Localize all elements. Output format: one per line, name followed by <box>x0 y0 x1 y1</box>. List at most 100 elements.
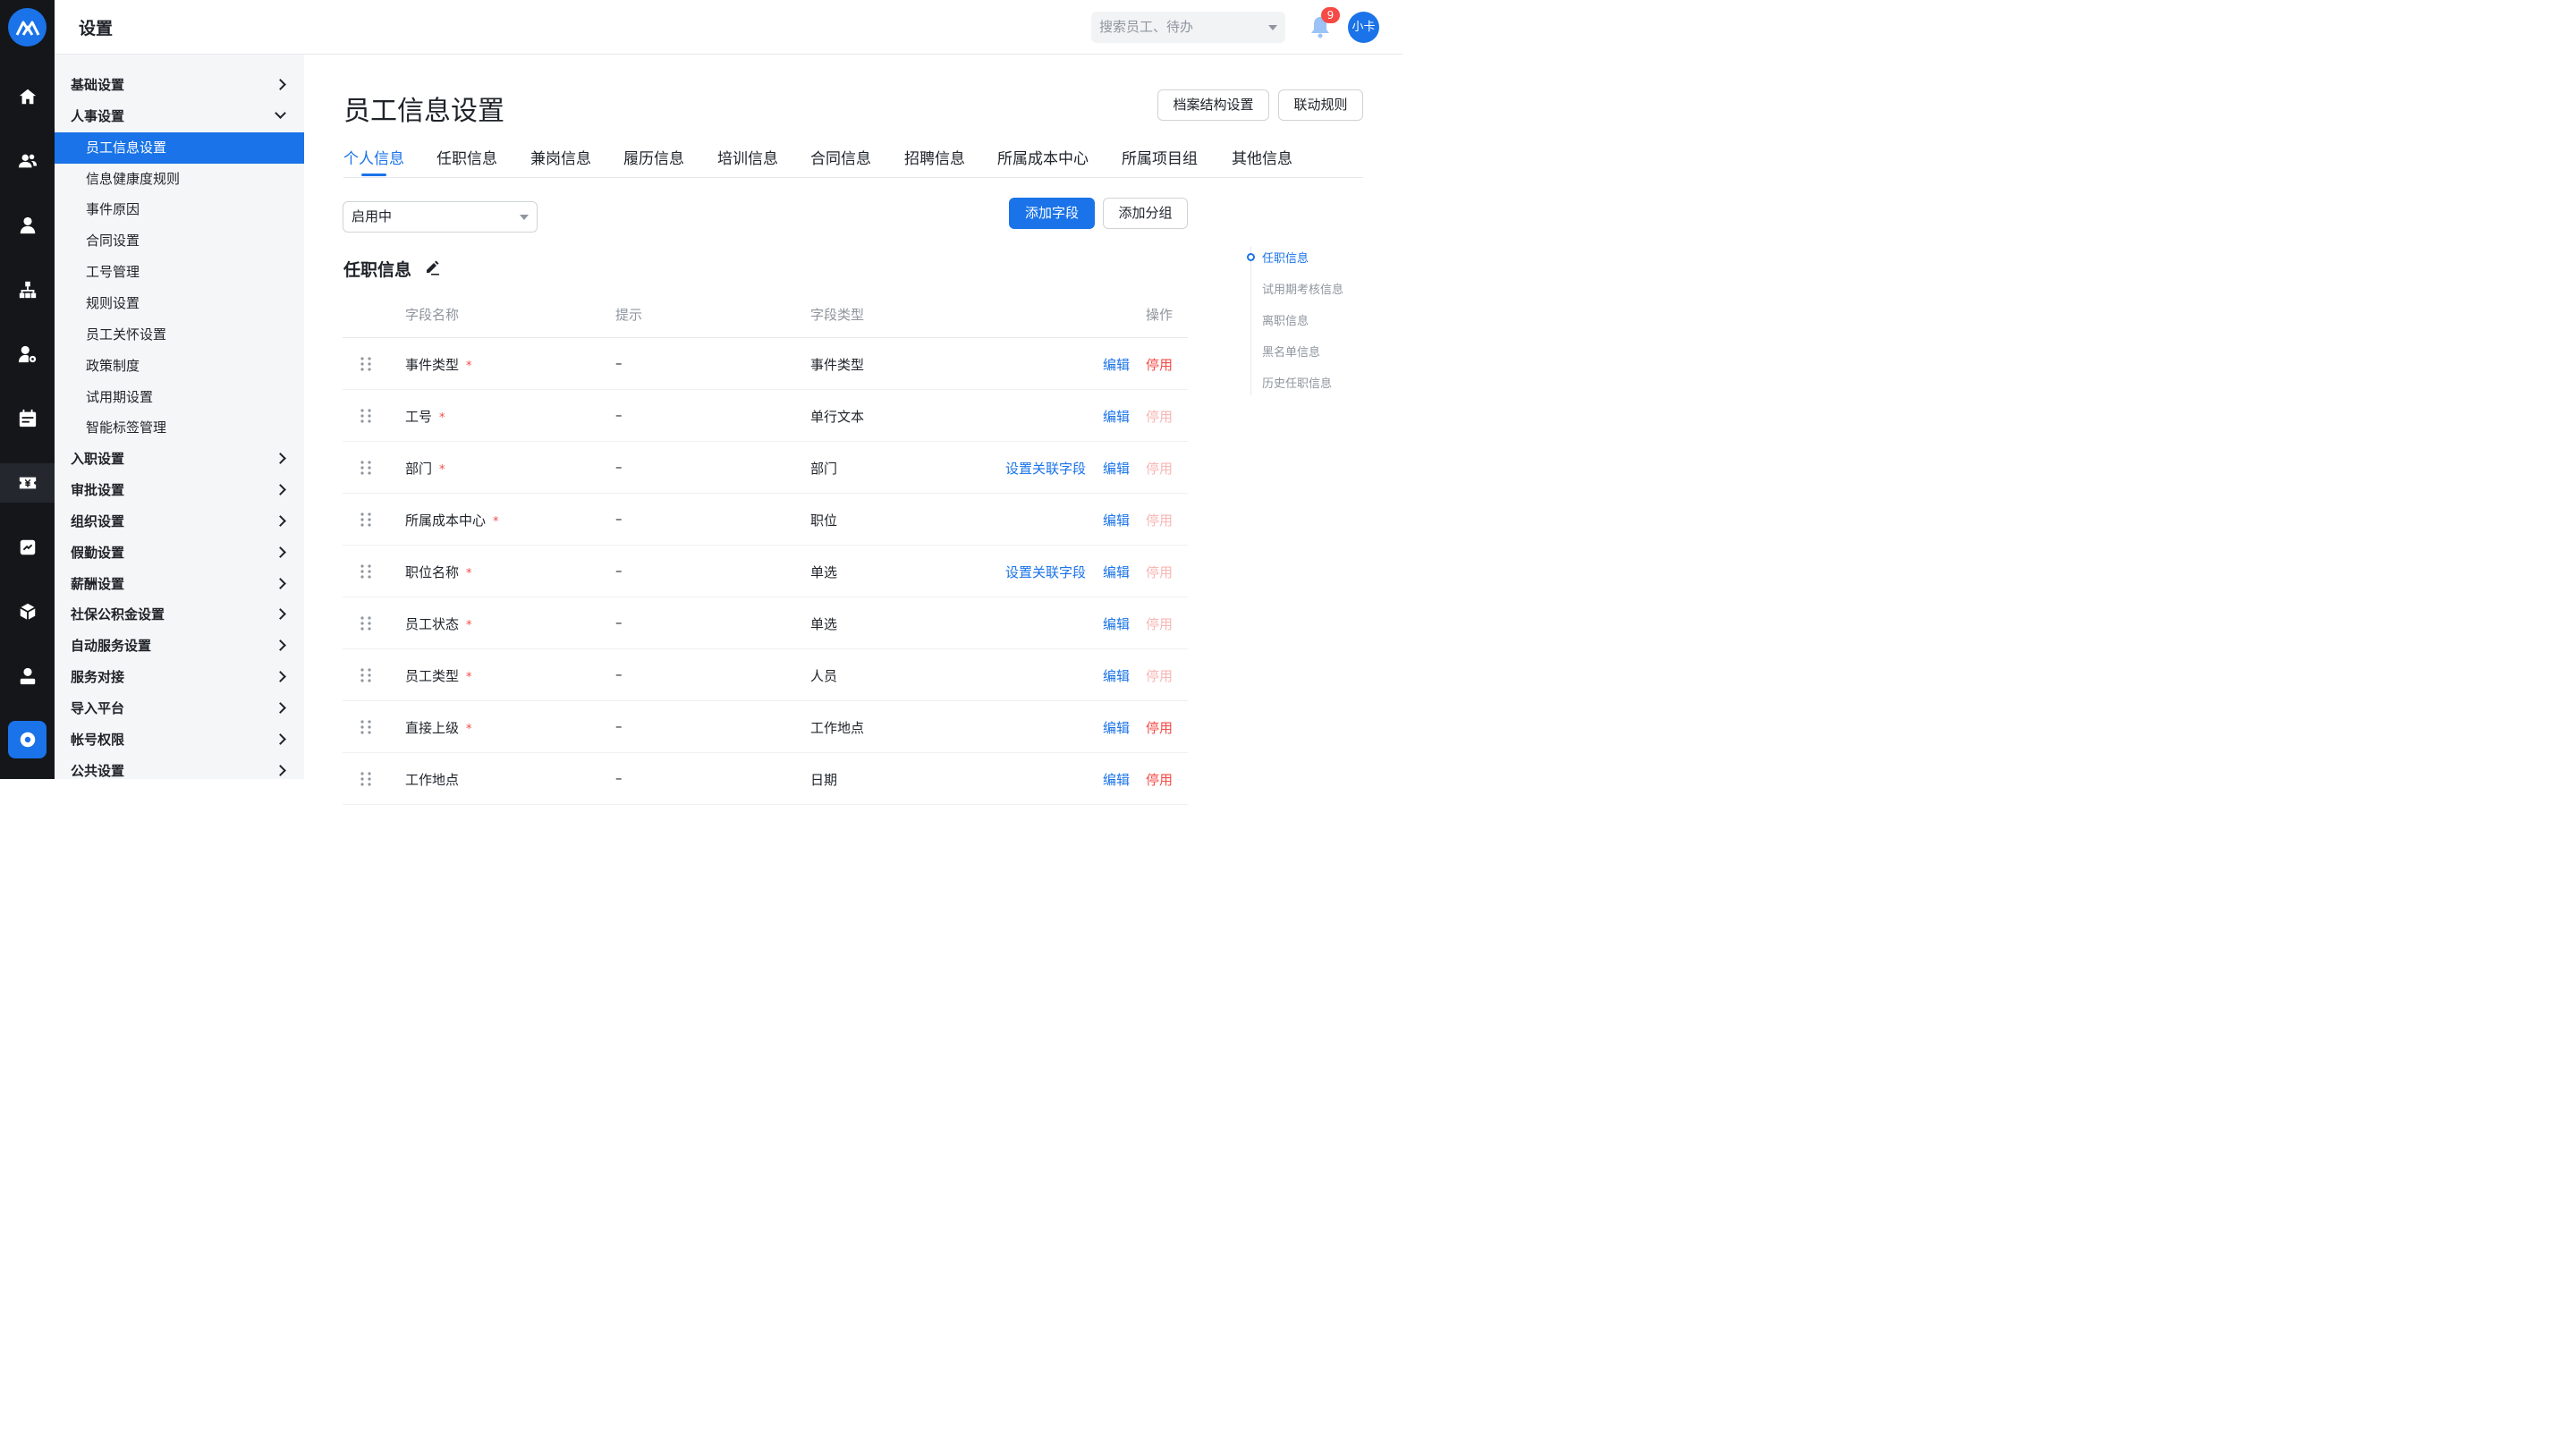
edit-link[interactable]: 编辑 <box>1103 718 1130 737</box>
sidebar-item[interactable]: 服务对接 <box>55 662 304 693</box>
tab-item[interactable]: 培训信息 <box>717 146 778 168</box>
rail-settings[interactable] <box>8 721 47 758</box>
sidebar-item[interactable]: 公共设置 <box>55 756 304 779</box>
sidebar-item-label: 薪酬设置 <box>71 575 125 592</box>
sidebar-item[interactable]: 帐号权限 <box>55 724 304 756</box>
set-linked-field-link[interactable]: 设置关联字段 <box>1005 459 1086 478</box>
edit-link[interactable]: 编辑 <box>1103 563 1130 581</box>
drag-handle-icon[interactable] <box>360 461 372 475</box>
edit-link[interactable]: 编辑 <box>1103 614 1130 633</box>
set-linked-field-link[interactable]: 设置关联字段 <box>1005 563 1086 581</box>
tab-item[interactable]: 招聘信息 <box>904 146 965 168</box>
logo-icon <box>15 21 39 36</box>
sidebar-item[interactable]: 信息健康度规则 <box>55 164 304 195</box>
edit-link[interactable]: 编辑 <box>1103 770 1130 789</box>
field-type: 事件类型 <box>810 357 865 373</box>
drag-handle-icon[interactable] <box>360 720 372 734</box>
tab-item[interactable]: 任职信息 <box>436 146 497 168</box>
sidebar-item[interactable]: 事件原因 <box>55 194 304 225</box>
active-tab-indicator <box>361 174 386 176</box>
sidebar-item[interactable]: 政策制度 <box>55 351 304 382</box>
tab-item[interactable]: 兼岗信息 <box>530 146 591 168</box>
drag-handle-icon[interactable] <box>360 512 372 527</box>
sidebar-item[interactable]: 工号管理 <box>55 257 304 288</box>
table-row: 工号 * – 单行文本 编辑 停用 <box>343 390 1188 442</box>
anchor-item[interactable]: 任职信息 <box>1262 249 1309 266</box>
tab-item[interactable]: 合同信息 <box>810 146 871 168</box>
tab-item[interactable]: 履历信息 <box>623 146 684 168</box>
sidebar-item[interactable]: 假勤设置 <box>55 538 304 569</box>
sidebar-item[interactable]: 人事设置 <box>55 101 304 132</box>
archive-structure-button[interactable]: 档案结构设置 <box>1157 89 1269 121</box>
anchor-item[interactable]: 试用期考核信息 <box>1262 280 1343 297</box>
rail-people[interactable] <box>0 141 55 181</box>
sidebar-item[interactable]: 规则设置 <box>55 288 304 319</box>
anchor-item[interactable]: 历史任职信息 <box>1262 374 1332 391</box>
drag-handle-icon[interactable] <box>360 357 372 371</box>
disable-link[interactable]: 停用 <box>1146 355 1173 374</box>
search-input[interactable]: 搜索员工、待办 <box>1091 12 1285 43</box>
chevron-right-icon <box>275 764 286 776</box>
drag-handle-icon[interactable] <box>360 564 372 579</box>
sidebar-item-label: 审批设置 <box>71 482 125 499</box>
person-settings-icon <box>18 345 36 363</box>
avatar[interactable]: 小卡 <box>1348 12 1379 43</box>
edit-section-icon[interactable] <box>424 259 440 275</box>
sidebar-item[interactable]: 智能标签管理 <box>55 412 304 444</box>
sidebar-item[interactable]: 组织设置 <box>55 506 304 538</box>
disable-link: 停用 <box>1146 409 1174 425</box>
edit-link[interactable]: 编辑 <box>1103 407 1130 426</box>
sidebar-item[interactable]: 审批设置 <box>55 475 304 506</box>
add-field-button[interactable]: 添加字段 <box>1009 198 1095 229</box>
status-select-value: 启用中 <box>352 208 393 224</box>
sidebar-item[interactable]: 员工信息设置 <box>55 131 304 164</box>
home-icon <box>19 89 36 105</box>
rail-person[interactable] <box>0 206 55 245</box>
sidebar-item[interactable]: 基础设置 <box>55 70 304 101</box>
edit-link[interactable]: 编辑 <box>1103 511 1130 529</box>
linkage-rules-button[interactable]: 联动规则 <box>1278 89 1363 121</box>
sidebar-item[interactable]: 员工关怀设置 <box>55 319 304 351</box>
sidebar-item[interactable]: 入职设置 <box>55 444 304 475</box>
sidebar-item[interactable]: 社保公积金设置 <box>55 599 304 631</box>
field-name: 部门 <box>405 461 433 477</box>
pencil-icon <box>427 260 439 275</box>
rail-payroll[interactable] <box>0 463 55 503</box>
tab-item[interactable]: 个人信息 <box>343 146 404 168</box>
edit-link[interactable]: 编辑 <box>1103 666 1130 685</box>
sidebar-item-label: 试用期设置 <box>86 388 154 405</box>
sidebar-item[interactable]: 薪酬设置 <box>55 569 304 600</box>
rail-report[interactable] <box>0 528 55 567</box>
sidebar-item-label: 自动服务设置 <box>71 638 152 655</box>
status-select[interactable]: 启用中 <box>343 201 538 233</box>
sidebar-item[interactable]: 试用期设置 <box>55 382 304 413</box>
tab-item[interactable]: 其他信息 <box>1232 146 1292 168</box>
field-hint: – <box>615 770 623 786</box>
add-group-button[interactable]: 添加分组 <box>1103 198 1188 229</box>
anchor-line <box>1250 247 1251 395</box>
rail-org[interactable] <box>0 270 55 309</box>
rail-person-settings[interactable] <box>0 334 55 374</box>
disable-link[interactable]: 停用 <box>1146 770 1173 789</box>
drag-handle-icon[interactable] <box>360 616 372 631</box>
rail-home[interactable] <box>0 77 55 116</box>
anchor-item[interactable]: 黑名单信息 <box>1262 343 1320 360</box>
rail-calendar[interactable] <box>0 399 55 438</box>
edit-link[interactable]: 编辑 <box>1103 459 1130 478</box>
field-name-cell: 工号 * <box>405 407 445 426</box>
drag-handle-icon[interactable] <box>360 772 372 786</box>
app-logo[interactable] <box>8 8 47 47</box>
disable-link[interactable]: 停用 <box>1146 718 1173 737</box>
rail-user[interactable] <box>0 656 55 696</box>
sidebar-item[interactable]: 导入平台 <box>55 693 304 724</box>
tab-item[interactable]: 所属成本中心 <box>997 146 1089 168</box>
edit-link[interactable]: 编辑 <box>1103 355 1130 374</box>
drag-handle-icon[interactable] <box>360 668 372 682</box>
sidebar-item[interactable]: 自动服务设置 <box>55 631 304 662</box>
drag-handle-icon[interactable] <box>360 409 372 423</box>
sidebar-item[interactable]: 合同设置 <box>55 225 304 257</box>
tab-item[interactable]: 所属项目组 <box>1122 146 1198 168</box>
field-hint: – <box>615 355 623 371</box>
anchor-item[interactable]: 离职信息 <box>1262 311 1309 328</box>
rail-box[interactable] <box>0 592 55 631</box>
